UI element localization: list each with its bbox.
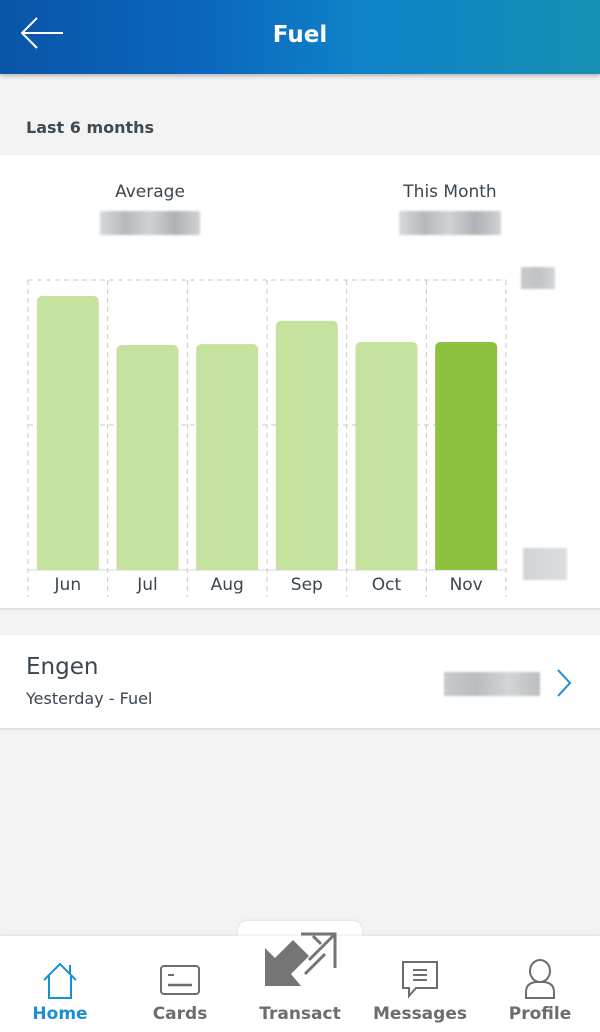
page-title: Fuel (272, 22, 328, 48)
tab-home[interactable]: Home (0, 936, 120, 1032)
x-tick-label: Aug (211, 575, 244, 595)
transaction-subtitle: Yesterday - Fuel (26, 689, 153, 708)
y-tick-label-min-redacted (523, 548, 567, 580)
home-icon (43, 962, 77, 999)
tab-transact[interactable]: Transact (240, 932, 360, 1032)
x-tick-label: Sep (291, 575, 323, 595)
bar-jul (116, 344, 179, 570)
tab-messages[interactable]: Messages (360, 936, 480, 1032)
bar-oct (355, 342, 418, 570)
chart-grid (27, 279, 507, 597)
bar-nov (435, 342, 498, 570)
message-icon (402, 961, 438, 999)
section-label: Last 6 months (26, 118, 155, 137)
merchant-name: Engen (26, 654, 99, 680)
bar-aug (196, 344, 259, 570)
bar-sep (275, 320, 338, 570)
tab-messages-label: Messages (373, 1004, 467, 1024)
bar-jun (36, 295, 99, 570)
y-tick-label-max-redacted (521, 267, 555, 289)
chart-card: Average This Month Jun Jul Aug Sep Oct Nov (0, 155, 600, 608)
chevron-right-icon (557, 669, 572, 697)
card-icon (160, 965, 200, 995)
transaction-amount-redacted (444, 672, 540, 696)
tab-cards[interactable]: Cards (120, 936, 240, 1032)
person-icon (525, 959, 555, 999)
tab-transact-label: Transact (259, 1004, 341, 1024)
tab-home-label: Home (32, 1004, 88, 1024)
bar-chart: Jun Jul Aug Sep Oct Nov (27, 279, 507, 597)
tab-profile-label: Profile (508, 1004, 572, 1024)
tab-cards-label: Cards (152, 1004, 208, 1024)
bottom-tab-bar: Home Cards Transact Messages Profile (0, 932, 600, 1032)
app-header: Fuel (0, 0, 600, 74)
transfer-arrows-icon (265, 932, 337, 986)
tab-profile[interactable]: Profile (480, 936, 600, 1032)
x-tick-label: Oct (372, 575, 402, 595)
chart-x-labels: Jun Jul Aug Sep Oct Nov (54, 575, 483, 595)
transaction-item[interactable]: Engen Yesterday - Fuel (0, 635, 600, 728)
x-tick-label: Nov (450, 575, 483, 595)
x-tick-label: Jun (54, 575, 82, 595)
x-tick-label: Jul (136, 575, 158, 595)
